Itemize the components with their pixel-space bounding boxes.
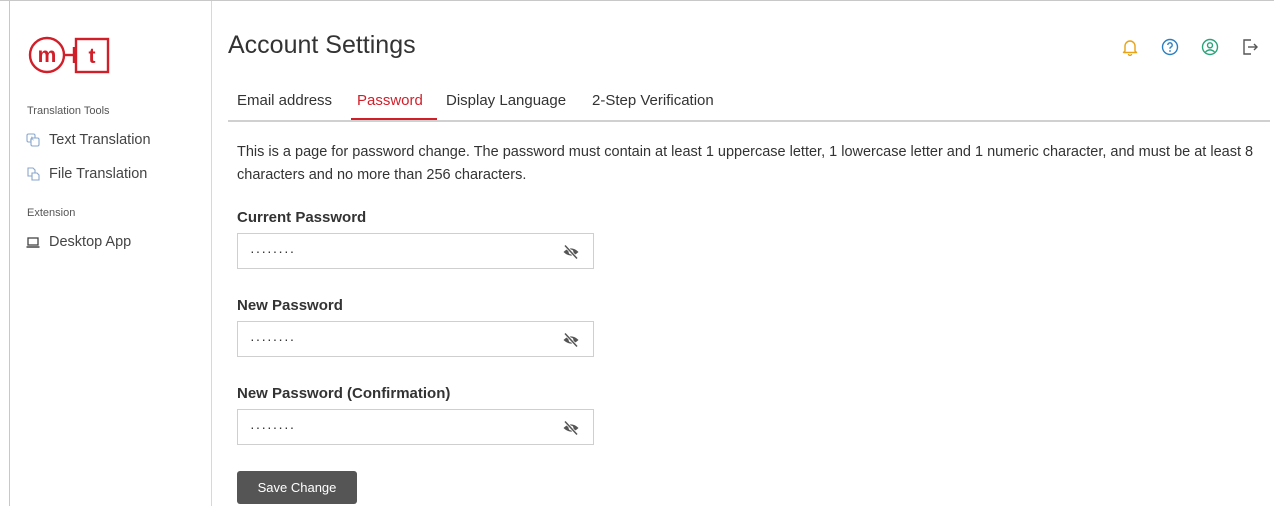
tab-password[interactable]: Password [357,92,423,109]
sidebar-section-extension: Extension [27,207,76,219]
page-title: Account Settings [228,31,416,59]
file-translation-icon [26,167,40,181]
sidebar: m t Translation Tools A Text Translation… [10,1,212,506]
brand-logo[interactable]: m t [27,35,127,75]
eye-slash-icon[interactable] [562,331,580,349]
sidebar-item-desktop-app[interactable]: Desktop App [26,234,131,250]
active-tab-indicator [351,118,437,120]
header-actions [1100,37,1260,57]
current-password-field[interactable]: ········ [237,233,594,269]
sidebar-item-label: Text Translation [49,132,151,148]
tab-display-language[interactable]: Display Language [446,92,566,109]
new-password-label: New Password [237,297,343,314]
laptop-icon [26,235,40,249]
logo-letter-m: m [38,44,57,67]
eye-slash-icon[interactable] [562,419,580,437]
save-change-button[interactable]: Save Change [237,471,357,504]
user-icon[interactable] [1200,37,1220,57]
current-password-label: Current Password [237,209,367,226]
eye-slash-icon[interactable] [562,243,580,261]
new-password-field[interactable]: ········ [237,321,594,357]
svg-text:A: A [30,137,34,143]
settings-tabs: Email address Password Display Language … [228,90,1270,122]
confirm-password-field[interactable]: ········ [237,409,594,445]
tab-2-step-verification[interactable]: 2-Step Verification [592,92,714,109]
confirm-password-label: New Password (Confirmation) [237,385,451,402]
sidebar-section-translation-tools: Translation Tools [27,105,110,117]
main-content: Account Settings Email address Password … [213,1,1274,506]
sidebar-item-label: Desktop App [49,234,132,250]
confirm-password-value: ········ [250,419,296,435]
sidebar-item-label: File Translation [49,166,148,182]
password-rules-description: This is a page for password change. The … [237,144,1254,183]
current-password-value: ········ [250,243,296,259]
sidebar-item-text-translation[interactable]: A Text Translation [26,132,151,148]
tab-email-address[interactable]: Email address [237,92,332,109]
new-password-value: ········ [250,331,296,347]
logout-icon[interactable] [1240,37,1260,57]
bell-icon[interactable] [1120,37,1140,57]
logo-letter-t: t [89,45,96,68]
sidebar-item-file-translation[interactable]: File Translation [26,166,147,182]
help-icon[interactable] [1160,37,1180,57]
text-translation-icon: A [26,133,40,147]
